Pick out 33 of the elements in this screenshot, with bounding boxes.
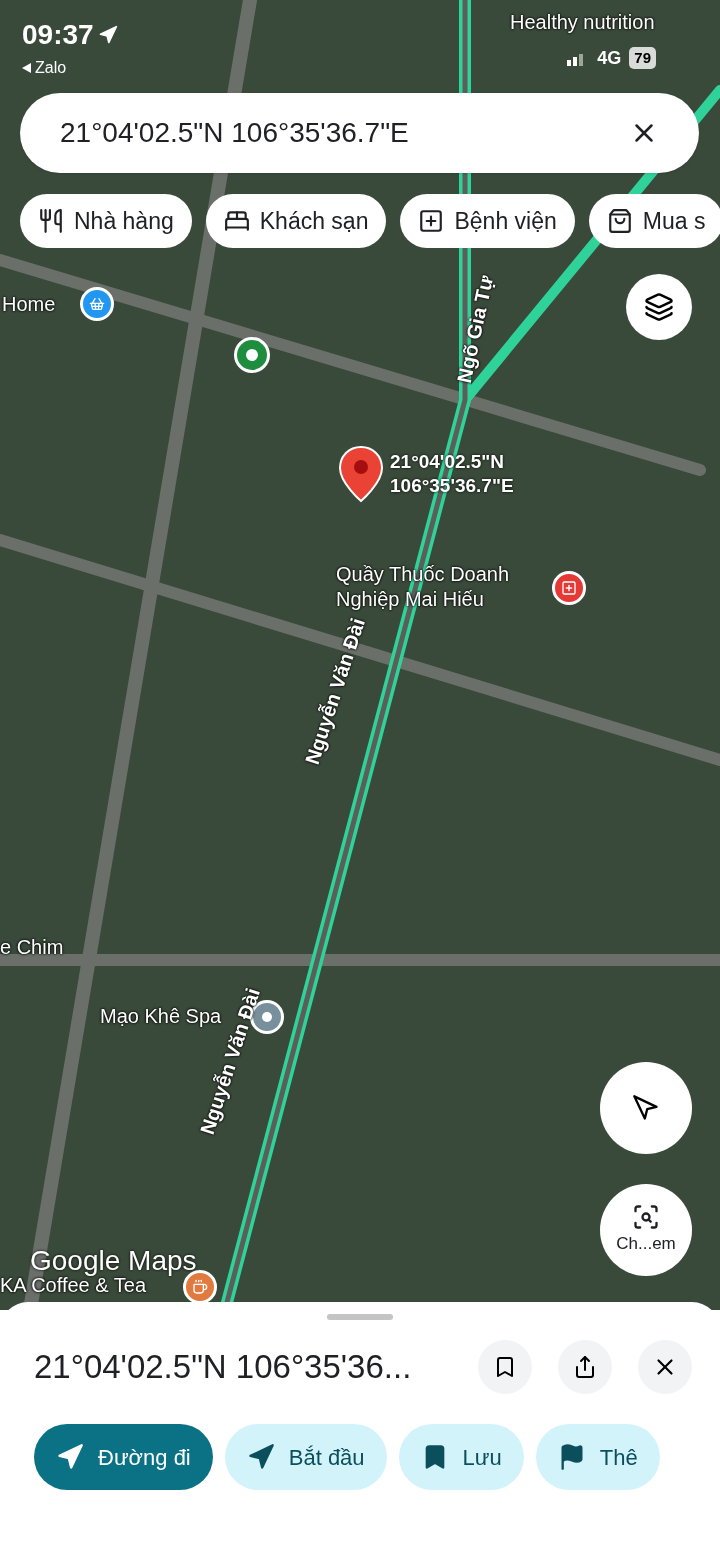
clock-time: 09:37: [22, 18, 94, 52]
search-field[interactable]: 21°04'02.5"N 106°35'36.7"E: [20, 93, 699, 173]
place-label: e Chim: [0, 935, 64, 960]
camera-icon: [632, 1203, 660, 1232]
back-triangle-icon: [22, 63, 31, 73]
place-label: Home: [2, 292, 56, 317]
place-label: Mạo Khê Spa: [100, 1004, 222, 1029]
share-icon: [573, 1355, 597, 1379]
action-button[interactable]: Lưu: [398, 1424, 524, 1490]
fork-knife-icon: [38, 208, 64, 234]
category-chip[interactable]: Bệnh viện: [400, 194, 575, 248]
category-chip[interactable]: Khách sạn: [205, 194, 387, 248]
category-chip[interactable]: Mua s: [588, 194, 720, 248]
street-label: Ngõ Gia Tự: [452, 273, 499, 386]
location-arrow-icon: [632, 1094, 660, 1122]
arrow-icon: [56, 1443, 84, 1471]
action-button[interactable]: Bắt đầu: [224, 1424, 387, 1490]
layers-icon: [644, 292, 674, 322]
shopping-bag-icon: [606, 208, 633, 234]
location-pin-icon: [338, 445, 384, 503]
action-button[interactable]: Thê: [535, 1424, 660, 1490]
plus-square-icon: [418, 208, 445, 234]
drag-handle[interactable]: [327, 1314, 393, 1320]
action-button[interactable]: Đường đi: [34, 1424, 213, 1490]
map-logo: Google Maps: [30, 1244, 197, 1278]
back-to-app-link[interactable]: Zalo: [35, 56, 67, 80]
place-title: 21°04'02.5"N 106°35'36...: [34, 1347, 412, 1388]
arrow-icon: [246, 1443, 275, 1471]
network-type: 4G: [597, 46, 622, 70]
place-label: Healthy nutrition: [510, 10, 655, 35]
category-chip[interactable]: Nhà hàng: [20, 194, 192, 248]
bed-icon: [223, 208, 250, 234]
location-arrow-icon: [97, 25, 118, 45]
